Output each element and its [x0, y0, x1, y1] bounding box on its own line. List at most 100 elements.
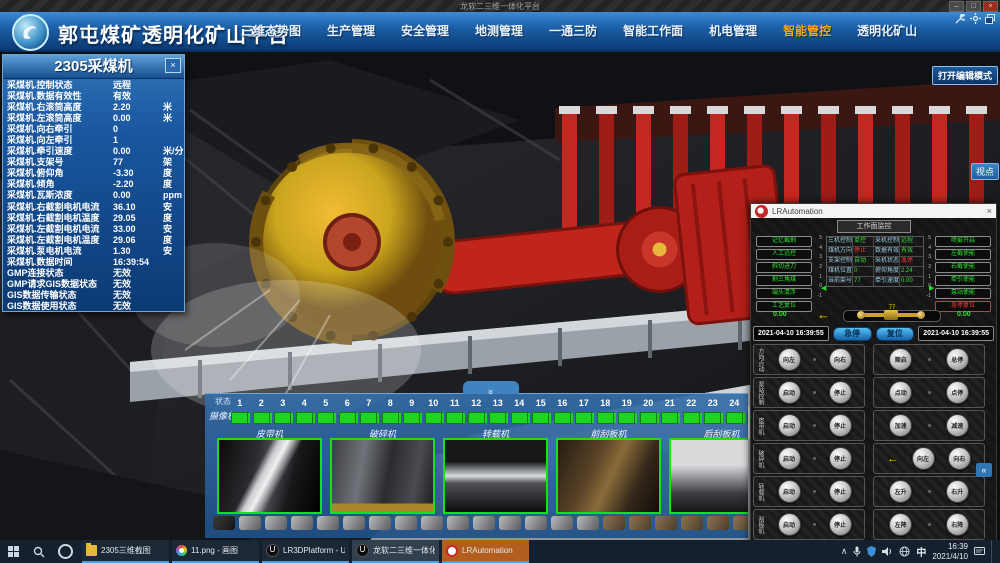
filmstrip-cell[interactable]: [603, 516, 625, 530]
filmstrip-cell[interactable]: [395, 516, 417, 530]
process-button[interactable]: 端头清浮: [756, 288, 812, 299]
taskbar-app[interactable]: U龙软二三维一体化...: [352, 540, 439, 563]
emergency-stop-button[interactable]: 急停: [833, 327, 872, 341]
channel-status-square[interactable]: [747, 412, 748, 424]
channel-status-square[interactable]: [618, 412, 635, 424]
shearer-position-slider[interactable]: 77: [843, 310, 941, 322]
channel-status-square[interactable]: [382, 412, 399, 424]
enable-button[interactable]: 牵引使能: [935, 275, 991, 286]
round-button[interactable]: 总停: [946, 348, 969, 371]
filmstrip-cell[interactable]: [707, 516, 729, 530]
round-button[interactable]: 启动: [778, 480, 801, 503]
taskbar-app[interactable]: LRAutomation: [442, 540, 529, 563]
filmstrip-cell[interactable]: [525, 516, 547, 530]
enable-button[interactable]: 喷雾开启: [935, 236, 991, 247]
round-button[interactable]: 左降: [889, 513, 912, 536]
camera-thumbnail[interactable]: 破碎机: [326, 427, 439, 514]
channel-status-square[interactable]: [339, 412, 356, 424]
round-button[interactable]: 点停: [946, 381, 969, 404]
nav-item[interactable]: 安全管理: [388, 12, 462, 50]
channel-status-square[interactable]: [532, 412, 549, 424]
filmstrip-cell[interactable]: [655, 516, 677, 530]
channel-status-square[interactable]: [511, 412, 528, 424]
tools-icon[interactable]: [954, 13, 966, 24]
taskbar-app[interactable]: 11.png - 画图: [172, 540, 259, 563]
round-button[interactable]: 停止: [829, 414, 852, 437]
ime-indicator[interactable]: 中: [916, 544, 926, 559]
camera-thumbnail[interactable]: 转载机: [439, 427, 552, 514]
round-button[interactable]: 启动: [778, 381, 801, 404]
camera-thumbnail[interactable]: 皮带机: [213, 427, 326, 514]
channel-status-square[interactable]: [446, 412, 463, 424]
round-button[interactable]: 停止: [829, 447, 852, 470]
round-button[interactable]: 减速: [946, 414, 969, 437]
round-button[interactable]: 停止: [829, 513, 852, 536]
round-button[interactable]: 向左: [912, 447, 935, 470]
nav-item[interactable]: 智能管控: [770, 12, 844, 50]
enable-button[interactable]: 右截使能: [935, 262, 991, 273]
channel-status-square[interactable]: [575, 412, 592, 424]
lr-close-icon[interactable]: ×: [987, 206, 992, 216]
volume-icon[interactable]: [882, 546, 893, 557]
round-button[interactable]: 启动: [778, 447, 801, 470]
filmstrip-cell[interactable]: [681, 516, 703, 530]
microphone-icon[interactable]: [853, 546, 861, 557]
round-button[interactable]: 点动: [889, 381, 912, 404]
filmstrip-cell[interactable]: [499, 516, 521, 530]
panel-close-icon[interactable]: ×: [165, 58, 181, 73]
filmstrip-cell[interactable]: [629, 516, 651, 530]
nav-item[interactable]: 地测管理: [462, 12, 536, 50]
channel-status-square[interactable]: [554, 412, 571, 424]
clock[interactable]: 16:39 2021/4/10: [932, 542, 968, 561]
filmstrip-cell[interactable]: [265, 516, 287, 530]
viewpoint-button[interactable]: 视点: [971, 163, 999, 180]
filmstrip-cell[interactable]: [369, 516, 391, 530]
round-button[interactable]: 停止: [829, 381, 852, 404]
channel-status-square[interactable]: [640, 412, 657, 424]
filmstrip-cell[interactable]: [577, 516, 599, 530]
taskbar-app[interactable]: ULR3DPlatform - U...: [262, 540, 349, 563]
search-icon[interactable]: [26, 540, 52, 563]
gear-icon[interactable]: [969, 13, 981, 24]
network-globe-icon[interactable]: [899, 546, 910, 557]
channel-status-square[interactable]: [231, 412, 248, 424]
window-restore-icon[interactable]: [984, 13, 996, 24]
show-desktop-button[interactable]: [991, 540, 996, 563]
filmstrip-cell[interactable]: [291, 516, 313, 530]
nav-item[interactable]: 机电管理: [696, 12, 770, 50]
channel-status-square[interactable]: [726, 412, 743, 424]
reset-button[interactable]: 复位: [876, 327, 915, 341]
filmstrip-cell[interactable]: [213, 516, 235, 530]
channel-status-square[interactable]: [704, 412, 721, 424]
process-button[interactable]: 割三角煤: [756, 275, 812, 286]
filmstrip-cell[interactable]: [733, 516, 748, 530]
minimize-button[interactable]: –: [949, 1, 964, 12]
process-button[interactable]: 斜切进刀: [756, 262, 812, 273]
cortana-button[interactable]: [52, 540, 78, 563]
enable-button[interactable]: 泵站使能: [935, 288, 991, 299]
nav-item[interactable]: 生产管理: [314, 12, 388, 50]
enable-button[interactable]: 左截使能: [935, 249, 991, 260]
round-button[interactable]: 停止: [829, 480, 852, 503]
process-button[interactable]: 人工远控: [756, 249, 812, 260]
channel-status-square[interactable]: [468, 412, 485, 424]
channel-status-square[interactable]: [317, 412, 334, 424]
round-button[interactable]: 右降: [946, 513, 969, 536]
filmstrip-cell[interactable]: [447, 516, 469, 530]
round-button[interactable]: 启动: [778, 513, 801, 536]
channel-status-square[interactable]: [274, 412, 291, 424]
channel-status-square[interactable]: [403, 412, 420, 424]
round-button[interactable]: 启动: [778, 414, 801, 437]
channel-status-square[interactable]: [597, 412, 614, 424]
round-button[interactable]: 左升: [889, 480, 912, 503]
filmstrip-cell[interactable]: [421, 516, 443, 530]
side-collapse-icon[interactable]: «: [976, 463, 992, 477]
filmstrip-cell[interactable]: [343, 516, 365, 530]
filmstrip-cell[interactable]: [473, 516, 495, 530]
round-button[interactable]: 向右: [948, 447, 971, 470]
filmstrip-cell[interactable]: [551, 516, 573, 530]
channel-status-square[interactable]: [360, 412, 377, 424]
nav-item[interactable]: 智能工作面: [610, 12, 696, 50]
channel-status-square[interactable]: [253, 412, 270, 424]
round-button[interactable]: 向左: [778, 348, 801, 371]
